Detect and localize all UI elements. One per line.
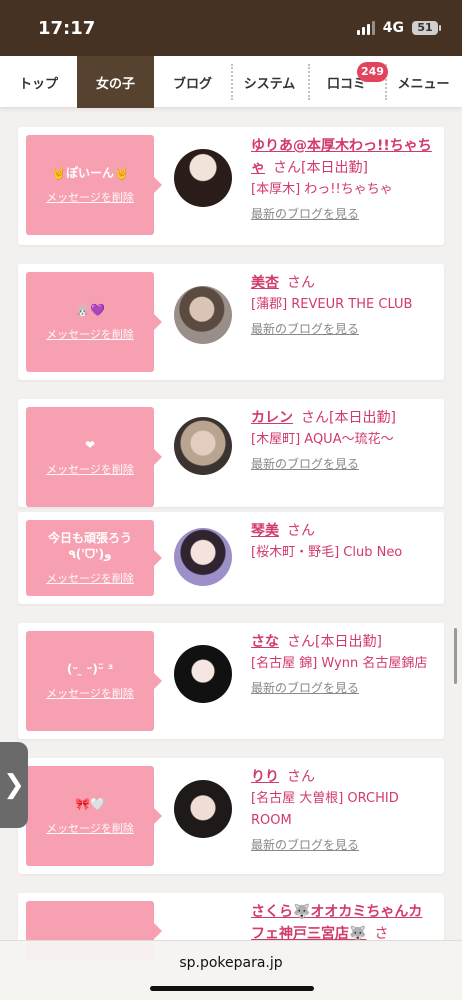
girl-card: 🐰💜 メッセージを削除 美杏 さん [蒲郡] REVEUR THE CLUB 最新… — [18, 264, 444, 380]
delete-message-link[interactable]: メッセージを削除 — [46, 570, 134, 586]
girl-name-link[interactable]: さな — [251, 634, 279, 650]
delete-message-link[interactable]: メッセージを削除 — [46, 461, 134, 477]
shop-name: [桜木町・野毛] Club Neo — [251, 545, 403, 560]
bubble-message: ❤ — [84, 437, 96, 452]
girl-name-link[interactable]: さくら🐺オオカミちゃんカフェ神戸三宮店🐺 — [251, 904, 422, 942]
network-type: 4G — [382, 20, 404, 36]
chevron-right-icon: ❯ — [3, 770, 25, 800]
tab-girls[interactable]: 女の子 — [77, 56, 154, 108]
message-bubble: 今日も頑張ろう ٩('ᗜ')و メッセージを削除 — [26, 520, 162, 596]
message-bubble: 🐰💜 メッセージを削除 — [26, 272, 162, 372]
delete-message-link[interactable]: メッセージを削除 — [46, 820, 134, 836]
delete-message-link[interactable]: メッセージを削除 — [46, 326, 134, 342]
nav-tabs: トップ 女の子 ブログ システム 口コミ メニュー — [0, 56, 462, 108]
girl-info: 美杏 さん [蒲郡] REVEUR THE CLUB 最新のブログを見る — [251, 272, 435, 337]
honorific: さん — [287, 523, 315, 539]
url-text: sp.pokepara.jp — [179, 955, 283, 971]
browser-url-bar[interactable]: sp.pokepara.jp — [0, 940, 462, 1000]
girl-card: ❤ メッセージを削除 カレン さん[本日出勤] [木屋町] AQUA〜琉花〜 最新… — [18, 399, 444, 507]
latest-blog-link[interactable]: 最新のブログを見る — [251, 320, 359, 337]
tab-system[interactable]: システム — [231, 56, 308, 108]
shop-name: [本厚木] わっ!!ちゃちゃ — [251, 182, 393, 197]
attendance-status: [本日出勤] — [329, 410, 396, 426]
girl-info: カレン さん[本日出勤] [木屋町] AQUA〜琉花〜 最新のブログを見る — [251, 407, 435, 472]
latest-blog-link[interactable]: 最新のブログを見る — [251, 455, 359, 472]
girl-info: りり さん [名古屋 大曽根] ORCHID ROOM 最新のブログを見る — [251, 766, 435, 853]
girl-info: 琴美 さん [桜木町・野毛] Club Neo — [251, 520, 435, 564]
status-bar: 17:17 4G 51 — [0, 0, 462, 56]
honorific: さん — [287, 634, 315, 650]
delete-message-link[interactable]: メッセージを削除 — [46, 189, 134, 205]
honorific: さん — [301, 410, 329, 426]
drawer-toggle[interactable]: ❯ — [0, 742, 28, 828]
girl-card: (ᵕ ̯ ᵕ)ᵕ̈ ³ メッセージを削除 さな さん[本日出勤] [名古屋 錦] … — [18, 623, 444, 739]
honorific: さん — [287, 275, 315, 291]
reviews-count-badge: 249 — [357, 62, 388, 82]
bubble-message: (ᵕ ̯ ᵕ)ᵕ̈ ³ — [66, 661, 114, 676]
attendance-status: [本日出勤] — [315, 634, 382, 650]
girl-card: 🤘ぽいーん🤘 メッセージを削除 ゆりあ@本厚木わっ!!ちゃちゃ さん[本日出勤] … — [18, 127, 444, 245]
message-bubble: ❤ メッセージを削除 — [26, 407, 162, 507]
bubble-message: 今日も頑張ろう ٩('ᗜ')و — [47, 530, 132, 561]
avatar[interactable] — [174, 286, 232, 344]
tab-menu[interactable]: メニュー — [385, 56, 462, 108]
bubble-message: 🎀🤍 — [75, 796, 105, 811]
message-bubble: (ᵕ ̯ ᵕ)ᵕ̈ ³ メッセージを削除 — [26, 631, 162, 731]
shop-name: [名古屋 錦] Wynn 名古屋錦店 — [251, 656, 428, 671]
bubble-message: 🐰💜 — [75, 302, 105, 317]
girl-info: さな さん[本日出勤] [名古屋 錦] Wynn 名古屋錦店 最新のブログを見る — [251, 631, 435, 696]
attendance-status: [本日出勤] — [301, 160, 368, 176]
girl-name-link[interactable]: カレン — [251, 410, 293, 426]
message-bubble: 🎀🤍 メッセージを削除 — [26, 766, 162, 866]
message-bubble: 🤘ぽいーん🤘 メッセージを削除 — [26, 135, 162, 235]
girl-name-link[interactable]: 琴美 — [251, 523, 279, 539]
girl-info: ゆりあ@本厚木わっ!!ちゃちゃ さん[本日出勤] [本厚木] わっ!!ちゃちゃ 最… — [251, 135, 435, 222]
latest-blog-link[interactable]: 最新のブログを見る — [251, 205, 359, 222]
avatar[interactable] — [174, 645, 232, 703]
avatar[interactable] — [174, 417, 232, 475]
latest-blog-link[interactable]: 最新のブログを見る — [251, 836, 359, 853]
latest-blog-link[interactable]: 最新のブログを見る — [251, 679, 359, 696]
girl-card: 🎀🤍 メッセージを削除 りり さん [名古屋 大曽根] ORCHID ROOM 最… — [18, 758, 444, 874]
status-time: 17:17 — [38, 18, 96, 39]
shop-name: [木屋町] AQUA〜琉花〜 — [251, 432, 394, 447]
girl-info: さくら🐺オオカミちゃんカフェ神戸三宮店🐺 さ — [251, 901, 435, 945]
avatar[interactable] — [174, 528, 232, 586]
scrollbar[interactable] — [454, 628, 457, 684]
avatar[interactable] — [174, 149, 232, 207]
battery-icon: 51 — [412, 21, 441, 35]
honorific: さん — [287, 769, 315, 785]
girl-name-link[interactable]: りり — [251, 769, 279, 785]
signal-icon — [356, 21, 375, 35]
shop-name: [蒲郡] REVEUR THE CLUB — [251, 297, 413, 312]
tab-blog[interactable]: ブログ — [154, 56, 231, 108]
delete-message-link[interactable]: メッセージを削除 — [46, 685, 134, 701]
shop-name: [名古屋 大曽根] ORCHID ROOM — [251, 791, 399, 828]
girl-name-link[interactable]: 美杏 — [251, 275, 279, 291]
tab-top[interactable]: トップ — [0, 56, 77, 108]
honorific: さん — [273, 160, 301, 176]
girl-card: 今日も頑張ろう ٩('ᗜ')و メッセージを削除 琴美 さん [桜木町・野毛] C… — [18, 512, 444, 604]
status-icons: 4G 51 — [356, 20, 441, 36]
avatar[interactable] — [174, 780, 232, 838]
bubble-message: 🤘ぽいーん🤘 — [51, 165, 129, 180]
home-indicator — [150, 986, 314, 991]
